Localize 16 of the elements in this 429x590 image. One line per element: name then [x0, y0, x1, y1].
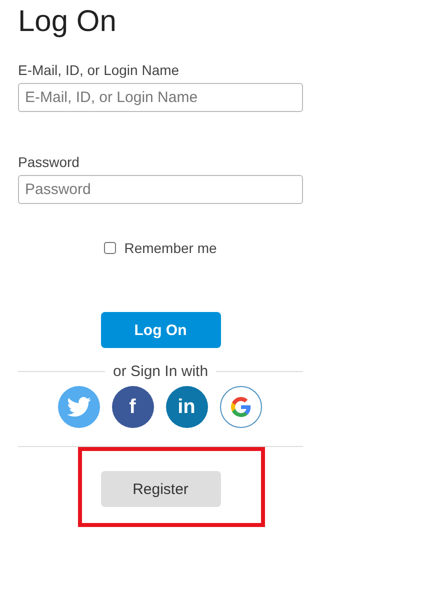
input-field[interactable]: Password [18, 175, 303, 204]
field-label: E-Mail, ID, or Login Name [18, 62, 180, 78]
twitter-button[interactable] [58, 386, 100, 428]
checkbox[interactable] [104, 242, 116, 254]
bird-icon [66, 397, 90, 417]
google-button[interactable] [220, 386, 262, 428]
divider-text: or Sign In with [112, 363, 208, 380]
page-title: Log On [18, 4, 118, 40]
register-button[interactable]: Register [100, 471, 220, 507]
log-on-button[interactable]: Log On [100, 312, 220, 348]
linkedin-button[interactable]: in [166, 386, 208, 428]
google-icon [230, 397, 250, 417]
facebook-button[interactable]: f [112, 386, 154, 428]
checkbox-label: Remember me [124, 240, 217, 256]
field-label: Password [18, 154, 80, 170]
input-field[interactable]: E-Mail, ID, or Login Name [18, 83, 303, 112]
